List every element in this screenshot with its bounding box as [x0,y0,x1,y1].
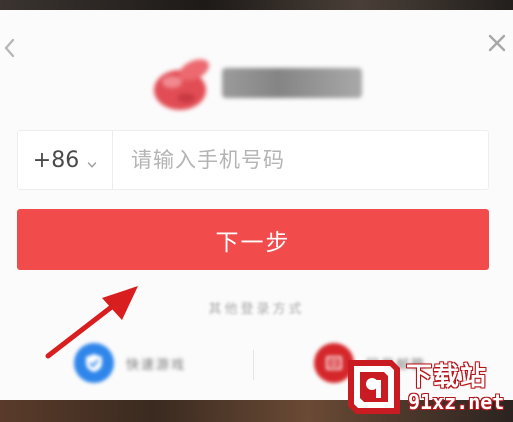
country-code-selector[interactable]: +86 [18,131,113,189]
options-divider [253,350,254,380]
annotation-arrow-icon [45,286,138,359]
chevron-down-icon [87,155,97,168]
background-top [0,0,513,10]
country-code-value: +86 [32,147,80,173]
netease-logo-wordmark [222,68,362,98]
netease-logo-mark [154,59,209,110]
site-watermark: 下载站 91xz.net [340,354,512,420]
netease-logo [150,52,365,118]
login-dialog: +86 下一步 其他登录方式 快速游戏 [0,10,513,400]
phone-number-input[interactable] [113,130,488,190]
watermark-url: 91xz.net [408,390,505,414]
close-icon[interactable] [486,32,508,54]
phone-input-row: +86 [17,130,489,190]
back-icon[interactable] [2,36,16,60]
watermark-logo-icon [348,360,400,414]
next-step-button[interactable]: 下一步 [17,209,489,270]
watermark-title: 下载站 [406,362,488,392]
